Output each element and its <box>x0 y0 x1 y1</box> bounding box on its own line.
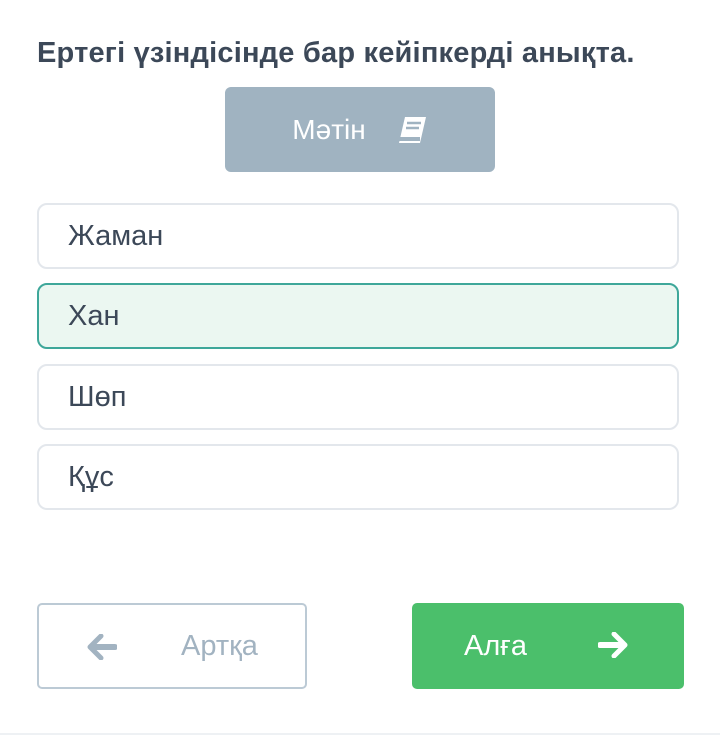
next-button[interactable]: Алға <box>412 603 684 689</box>
bottom-divider <box>0 733 720 735</box>
answer-option-label: Құс <box>68 460 114 493</box>
answer-option-label: Шөп <box>68 380 127 413</box>
answer-option-zhaman[interactable]: Жаман <box>37 203 679 269</box>
back-button-label: Артқа <box>181 630 258 662</box>
text-button[interactable]: Мәтін <box>225 87 495 172</box>
answer-option-label: Жаман <box>68 219 164 252</box>
answer-option-kus[interactable]: Құс <box>37 444 679 510</box>
arrow-left-icon <box>87 633 118 668</box>
answer-option-shop[interactable]: Шөп <box>37 364 679 430</box>
question-title: Ертегі үзіндісінде бар кейіпкерді анықта… <box>37 37 635 69</box>
back-button[interactable]: Артқа <box>37 603 307 689</box>
next-button-label: Алға <box>464 630 527 662</box>
answer-option-khan-selected[interactable]: Хан <box>37 283 679 349</box>
book-icon <box>396 116 428 144</box>
text-button-label: Мәтін <box>292 113 366 145</box>
answer-option-label: Хан <box>68 299 120 332</box>
arrow-right-icon <box>597 631 628 666</box>
